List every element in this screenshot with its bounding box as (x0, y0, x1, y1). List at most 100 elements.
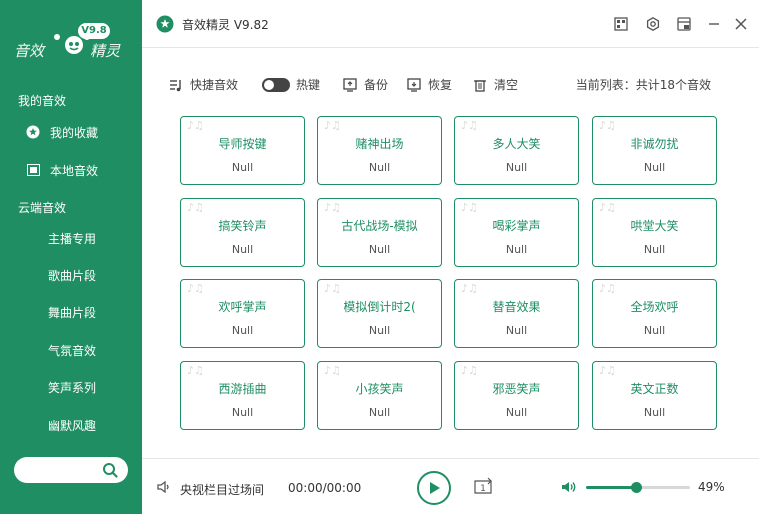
quick-sounds-button[interactable]: 快捷音效 (168, 76, 238, 93)
section-cloud-sounds: 云端音效 (18, 201, 67, 215)
card-watermark: ♪♫ (461, 119, 478, 132)
sidebar: 音效 精灵 V9.8 我的音效 我的收藏 本地音效 云端音效 主播专用 歌曲片段… (0, 0, 142, 514)
sound-card[interactable]: ♪♫ 非诚勿扰 Null (592, 116, 717, 185)
card-watermark: ♪♫ (461, 364, 478, 377)
sidebar-item-atmosphere[interactable]: 气氛音效 (0, 335, 142, 365)
sound-card[interactable]: ♪♫ 喝彩掌声 Null (454, 198, 579, 267)
title-bar: 音效精灵 V9.82 (142, 0, 759, 48)
volume-icon[interactable] (560, 478, 578, 496)
sound-card[interactable]: ♪♫ 全场欢呼 Null (592, 279, 717, 348)
close-button[interactable] (732, 15, 750, 33)
sound-hotkey: Null (643, 161, 666, 174)
sound-card[interactable]: ♪♫ 赌神出场 Null (317, 116, 442, 185)
sidebar-item-label: 我的收藏 (50, 125, 99, 140)
sound-name: 多人大笑 (492, 137, 541, 151)
sound-hotkey: Null (368, 406, 391, 419)
restore-icon (406, 77, 422, 93)
loop-once-icon: 1 (474, 477, 492, 494)
hotkey-label: 热键 (296, 78, 321, 92)
sound-hotkey: Null (231, 324, 254, 337)
sound-card[interactable]: ♪♫ 搞笑铃声 Null (180, 198, 305, 267)
logo-dot (54, 34, 60, 40)
playback-time: 00:00/00:00 (288, 481, 362, 495)
version-badge: V9.8 (78, 23, 110, 39)
now-playing-title: 央视栏目过场间 (180, 483, 265, 497)
sound-hotkey: Null (505, 406, 528, 419)
sound-name: 替音效果 (492, 300, 541, 314)
hotkey-toggle[interactable]: 热键 (262, 76, 320, 93)
sound-name: 小孩笑声 (355, 382, 404, 396)
sound-name: 欢呼掌声 (218, 300, 267, 314)
sound-card[interactable]: ♪♫ 导师按键 Null (180, 116, 305, 185)
volume-fill (586, 486, 637, 489)
search-icon[interactable] (102, 462, 118, 478)
card-watermark: ♪♫ (324, 119, 341, 132)
sound-name: 喝彩掌声 (492, 219, 541, 233)
play-button[interactable] (417, 471, 451, 505)
window-title: 音效精灵 V9.82 (182, 18, 269, 32)
loop-count: 1 (480, 484, 486, 494)
sound-name: 非诚勿扰 (630, 137, 679, 151)
loop-button[interactable]: 1 (471, 477, 497, 497)
sound-hotkey: Null (505, 161, 528, 174)
trash-icon (472, 77, 488, 93)
restore-button[interactable]: 恢复 (406, 76, 452, 93)
sound-card[interactable]: ♪♫ 邪恶笑声 Null (454, 361, 579, 430)
sound-card[interactable]: ♪♫ 多人大笑 Null (454, 116, 579, 185)
minimize-button[interactable] (705, 15, 723, 33)
sound-card[interactable]: ♪♫ 替音效果 Null (454, 279, 579, 348)
sound-name: 古代战场-模拟 (341, 219, 418, 233)
sound-card[interactable]: ♪♫ 英文正数 Null (592, 361, 717, 430)
sound-name: 全场欢呼 (630, 300, 679, 314)
sound-card[interactable]: ♪♫ 哄堂大笑 Null (592, 198, 717, 267)
card-watermark: ♪♫ (187, 119, 204, 132)
sound-name: 哄堂大笑 (630, 219, 679, 233)
settings-button[interactable] (644, 15, 662, 33)
clear-button[interactable]: 清空 (472, 76, 518, 93)
logo-text-right: 精灵 (90, 42, 121, 60)
sidebar-item-humor[interactable]: 幽默风趣 (0, 410, 142, 440)
app-logo: 音效 精灵 V9.8 (10, 14, 130, 62)
sidebar-item-laughter[interactable]: 笑声系列 (0, 372, 142, 402)
toolbar: 快捷音效 热键 备份 恢复 清空 当前列表：共计18个音效 (142, 48, 759, 118)
sidebar-item-label: 气氛音效 (48, 343, 97, 358)
sidebar-item-songs[interactable]: 歌曲片段 (0, 260, 142, 290)
star-icon (26, 125, 40, 139)
sound-name: 邪恶笑声 (492, 382, 541, 396)
sidebar-item-label: 笑声系列 (48, 380, 97, 395)
sound-card[interactable]: ♪♫ 模拟倒计时2( Null (317, 279, 442, 348)
folder-icon (26, 163, 40, 177)
backup-label: 备份 (364, 78, 389, 92)
backup-button[interactable]: 备份 (342, 76, 388, 93)
toggle-switch[interactable] (262, 77, 290, 92)
sound-card[interactable]: ♪♫ 欢呼掌声 Null (180, 279, 305, 348)
sidebar-item-anchor[interactable]: 主播专用 (0, 223, 142, 253)
sound-name: 搞笑铃声 (218, 219, 267, 233)
sidebar-item-local[interactable]: 本地音效 (0, 155, 142, 185)
sidebar-item-dance[interactable]: 舞曲片段 (0, 297, 142, 327)
sidebar-item-favorites[interactable]: 我的收藏 (0, 117, 142, 147)
card-watermark: ♪♫ (187, 282, 204, 295)
card-watermark: ♪♫ (324, 282, 341, 295)
close-icon (735, 18, 747, 30)
sidebar-item-label: 本地音效 (50, 163, 99, 178)
skin-button[interactable] (612, 15, 630, 33)
card-watermark: ♪♫ (187, 364, 204, 377)
card-watermark: ♪♫ (324, 201, 341, 214)
volume-handle[interactable] (631, 482, 643, 493)
sound-hotkey: Null (643, 324, 666, 337)
sound-name: 英文正数 (630, 382, 679, 396)
sound-card[interactable]: ♪♫ 古代战场-模拟 Null (317, 198, 442, 267)
logo-text-left: 音效 (14, 42, 45, 60)
search-input[interactable] (14, 457, 128, 483)
sound-card[interactable]: ♪♫ 小孩笑声 Null (317, 361, 442, 430)
sound-card[interactable]: ♪♫ 西游插曲 Null (180, 361, 305, 430)
sound-hotkey: Null (368, 324, 391, 337)
volume-slider[interactable] (586, 482, 690, 493)
sound-name: 导师按键 (218, 137, 267, 151)
sound-hotkey: Null (231, 243, 254, 256)
sound-name: 模拟倒计时2( (343, 300, 416, 314)
sound-name: 西游插曲 (218, 382, 267, 396)
mini-mode-button[interactable] (675, 15, 693, 33)
restore-label: 恢复 (428, 78, 453, 92)
